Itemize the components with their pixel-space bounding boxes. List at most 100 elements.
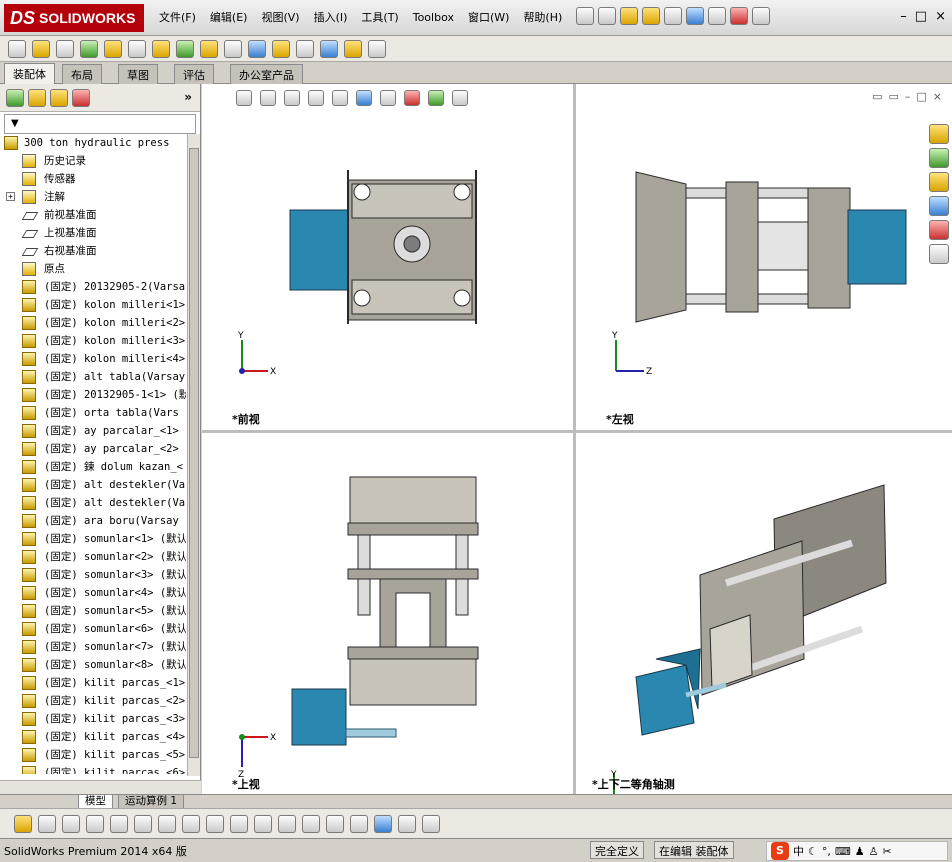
shaded-display-icon[interactable] <box>374 814 392 833</box>
speedpak-icon[interactable] <box>344 39 362 58</box>
menu-edit[interactable]: 编辑(E) <box>203 10 255 26</box>
front-view-canvas[interactable]: Y X *前视 <box>202 84 573 430</box>
move-component-icon[interactable] <box>128 39 146 58</box>
print-icon[interactable] <box>664 7 682 25</box>
explode-line-sketch-icon[interactable] <box>296 39 314 58</box>
linear-pattern-icon[interactable] <box>80 39 98 58</box>
reference-geometry-icon[interactable] <box>200 39 218 58</box>
feature-manager-tree-icon[interactable] <box>6 88 24 107</box>
top-view-canvas[interactable]: X Z *上视 <box>202 433 573 794</box>
tree-horizontal-scrollbar[interactable] <box>0 780 201 794</box>
menu-view[interactable]: 视图(V) <box>254 10 306 26</box>
tree-item[interactable]: (固定) somunlar<3> (默认 <box>0 566 186 584</box>
line-icon[interactable] <box>86 814 104 833</box>
sogou-ime-logo[interactable]: S <box>771 842 789 860</box>
component-preview-icon[interactable] <box>56 39 74 58</box>
menu-tools[interactable]: 工具(T) <box>354 10 405 26</box>
tree-item[interactable]: (固定) kilit parcas_<5> <box>0 746 186 764</box>
angle-icon[interactable] <box>326 814 344 833</box>
tab-motion-study-1[interactable]: 运动算例 1 <box>118 795 185 809</box>
solidworks-logo[interactable]: DS SOLIDWORKS <box>4 4 144 32</box>
grid-icon[interactable] <box>302 814 320 833</box>
tree-item[interactable]: (固定) ay parcalar_<1> <box>0 422 186 440</box>
ime-punctuation-icon[interactable]: °, <box>822 845 831 858</box>
display-manager-icon[interactable] <box>72 88 90 107</box>
tree-item[interactable]: (固定) somunlar<5> (默认 <box>0 602 186 620</box>
exploded-view-icon[interactable] <box>272 39 290 58</box>
view-palette-icon[interactable] <box>929 196 949 216</box>
tree-item[interactable]: 历史记录 <box>0 152 186 170</box>
tree-item[interactable]: (固定) somunlar<7> (默认 <box>0 638 186 656</box>
tree-item[interactable]: + 注解 <box>0 188 186 206</box>
tree-item[interactable]: (固定) somunlar<1> (默认 <box>0 530 186 548</box>
show-hidden-icon[interactable] <box>152 39 170 58</box>
tree-item[interactable]: (固定) 20132905-2(Varsay <box>0 278 186 296</box>
take-snapshot-icon[interactable] <box>368 39 386 58</box>
appearances-scenes-icon[interactable] <box>929 220 949 240</box>
viewport-close-button[interactable]: × <box>933 90 942 103</box>
tree-item[interactable]: (固定) alt tabla(Varsay <box>0 368 186 386</box>
tree-item[interactable]: (固定) alt destekler(Va <box>0 494 186 512</box>
traffic-light-icon[interactable] <box>730 7 748 25</box>
trim-icon[interactable] <box>134 814 152 833</box>
menu-insert[interactable]: 插入(I) <box>307 10 355 26</box>
new-motion-study-icon[interactable] <box>224 39 242 58</box>
instant3d-icon[interactable] <box>320 39 338 58</box>
tree-item[interactable]: (固定) ay parcalar_<2> <box>0 440 186 458</box>
menu-help[interactable]: 帮助(H) <box>516 10 569 26</box>
tree-item[interactable]: (固定) orta tabla(Vars <box>0 404 186 422</box>
sketch-fillet-icon[interactable] <box>182 814 200 833</box>
offset-entities-icon[interactable] <box>206 814 224 833</box>
insert-component-icon[interactable] <box>8 39 26 58</box>
tree-item[interactable]: (固定) kolon milleri<2> <box>0 314 186 332</box>
pin-icon[interactable] <box>576 7 594 25</box>
rebuild-warning-icon[interactable] <box>642 7 660 25</box>
tree-item[interactable]: (固定) somunlar<2> (默认 <box>0 548 186 566</box>
circle-icon[interactable] <box>62 814 80 833</box>
smart-fasteners-icon[interactable] <box>104 39 122 58</box>
tree-filter-input[interactable]: ▼ <box>4 114 196 134</box>
point-icon[interactable] <box>38 814 56 833</box>
ime-keyboard-icon[interactable]: ⌨ <box>835 845 851 858</box>
tab-evaluate[interactable]: 评估 <box>174 64 214 84</box>
help-question-icon[interactable] <box>752 7 770 25</box>
ime-user-icon[interactable]: ♟ <box>855 845 865 858</box>
tree-item[interactable]: (固定) kolon milleri<3> <box>0 332 186 350</box>
polygon-icon[interactable] <box>110 814 128 833</box>
tree-item[interactable]: (固定) 鍊 dolum kazan_< <box>0 458 186 476</box>
table-icon[interactable] <box>422 814 440 833</box>
open-folder-icon[interactable] <box>620 7 638 25</box>
expand-icon[interactable]: + <box>6 192 15 201</box>
minimize-button[interactable]: – <box>900 9 907 24</box>
file-explorer-icon[interactable] <box>929 172 949 192</box>
more-tabs-chevron-icon[interactable]: » <box>184 90 192 104</box>
tree-item[interactable]: 右视基准面 <box>0 242 186 260</box>
tab-assembly[interactable]: 装配体 <box>4 63 55 85</box>
tree-vertical-scrollbar[interactable] <box>187 134 200 776</box>
design-library-icon[interactable] <box>929 148 949 168</box>
custom-properties-icon[interactable] <box>929 244 949 264</box>
menu-toolbox[interactable]: Toolbox <box>406 10 461 26</box>
ime-tools-icon[interactable]: ✂ <box>883 845 892 858</box>
bill-of-materials-icon[interactable] <box>248 39 266 58</box>
property-manager-icon[interactable] <box>28 88 46 107</box>
ime-shirt-icon[interactable]: ♙ <box>869 845 879 858</box>
menu-window[interactable]: 窗口(W) <box>461 10 516 26</box>
new-document-icon[interactable] <box>598 7 616 25</box>
tab-office-products[interactable]: 办公室产品 <box>230 64 303 84</box>
graphics-area[interactable]: ▭ ▭ – □ × Y X *前视 Y Z *左视 X Z *上视 Y *上下二… <box>202 84 952 794</box>
isometric-view-canvas[interactable]: Y X Z *上下二等角轴测 <box>576 433 926 794</box>
corner-rectangle-icon[interactable] <box>254 814 272 833</box>
tree-item[interactable]: 原点 <box>0 260 186 278</box>
tree-item[interactable]: (固定) kolon milleri<1> <box>0 296 186 314</box>
tree-item[interactable]: (固定) kilit parcas_<2> <box>0 692 186 710</box>
tree-root-assembly[interactable]: 300 ton hydraulic press <box>0 134 186 152</box>
centerline-icon[interactable] <box>158 814 176 833</box>
tree-item[interactable]: 传感器 <box>0 170 186 188</box>
tree-item[interactable]: (固定) somunlar<8> (默认 <box>0 656 186 674</box>
mate-icon[interactable] <box>32 39 50 58</box>
tree-item[interactable]: 上视基准面 <box>0 224 186 242</box>
solidworks-resources-icon[interactable] <box>929 124 949 144</box>
tree-item[interactable]: (固定) kilit parcas_<1> <box>0 674 186 692</box>
tab-sketch[interactable]: 草图 <box>118 64 158 84</box>
